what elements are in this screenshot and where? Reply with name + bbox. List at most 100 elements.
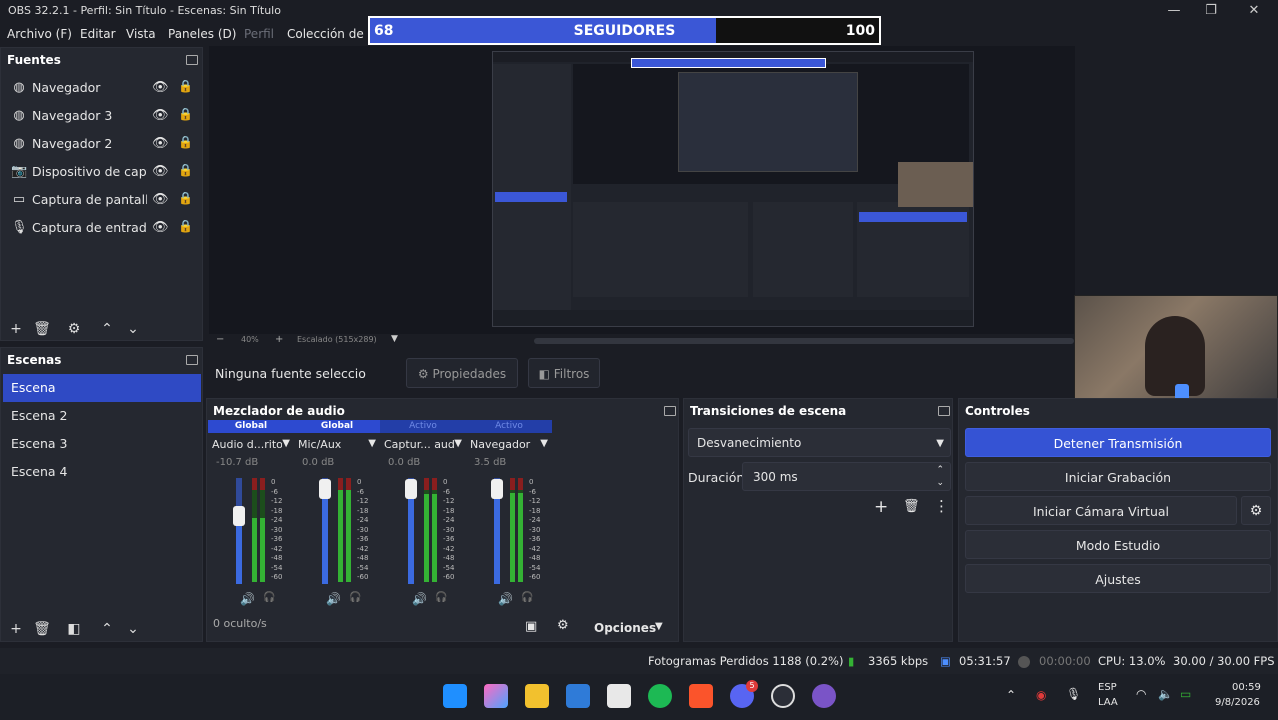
mail-icon[interactable] [566,684,590,708]
fader-knob[interactable] [405,479,417,499]
obs-icon[interactable] [771,684,795,708]
move-down-icon[interactable]: ⌄ [122,618,144,640]
chevron-down-icon[interactable]: ▼ [368,438,376,449]
move-up-icon[interactable]: ⌃ [96,318,118,340]
lock-icon[interactable]: 🔒 [178,163,193,177]
close-icon[interactable]: ✕ [1244,2,1264,20]
source-row[interactable]: ▭ Captura de pantalla 👁 🔒 [1,186,201,214]
start-recording-button[interactable]: Iniciar Grabación [965,462,1271,491]
eye-icon[interactable]: 👁 [152,80,169,95]
copilot-icon[interactable] [484,684,508,708]
preview-canvas[interactable] [209,46,1075,334]
scene-item[interactable]: Escena 4 [3,458,201,486]
volume-icon[interactable]: 🔊 [412,592,427,606]
lock-icon[interactable]: 🔒 [178,107,193,121]
eye-icon[interactable]: 👁 [152,192,169,207]
duration-field[interactable]: 300 ms ⌃ ⌄ [742,462,951,491]
language-bottom[interactable]: LAA [1098,697,1118,708]
filter-icon[interactable]: ◧ [63,618,85,640]
menu-paneles[interactable]: Paneles (D) [168,27,236,41]
zoom-out-icon[interactable]: − [216,334,224,345]
options-button[interactable]: Opciones [594,621,656,635]
lock-icon[interactable]: 🔒 [178,79,193,93]
chevron-down-icon[interactable]: ▼ [282,438,290,449]
source-row[interactable]: ◍ Navegador 👁 🔒 [1,74,201,102]
add-icon[interactable]: + [5,618,27,640]
volume-icon[interactable]: 🔊 [240,592,255,606]
layout-icon[interactable]: ▣ [525,619,537,634]
wifi-icon[interactable]: ◠ [1136,687,1146,701]
more-icon[interactable]: ⋮ [934,497,949,515]
settings-button[interactable]: Ajustes [965,564,1271,593]
chevron-down-icon[interactable]: ▼ [454,438,462,449]
menu-editar[interactable]: Editar [80,27,116,41]
transition-select[interactable]: Desvanecimiento ▼ [688,428,951,457]
chevron-down-icon[interactable]: ⌄ [936,469,944,498]
fader-knob[interactable] [491,479,503,499]
scene-item[interactable]: Escena 2 [3,402,201,430]
menu-coleccion[interactable]: Colección de E [287,27,375,41]
eye-icon[interactable]: 👁 [152,136,169,151]
move-down-icon[interactable]: ⌄ [122,318,144,340]
source-row[interactable]: 📷 Dispositivo de captura de video 👁 🔒 [1,158,201,186]
eye-icon[interactable]: 👁 [152,220,169,235]
file-explorer-icon[interactable] [525,684,549,708]
trash-icon[interactable]: 🗑 [31,618,53,640]
spotify-icon[interactable] [648,684,672,708]
source-row[interactable]: ◍ Navegador 2 👁 🔒 [1,130,201,158]
undock-icon[interactable] [664,406,676,416]
scene-item[interactable]: Escena 3 [3,430,201,458]
fader-knob[interactable] [233,506,245,526]
virtual-camera-settings-icon[interactable]: ⚙ [1241,496,1271,525]
start-virtual-camera-button[interactable]: Iniciar Cámara Virtual [965,496,1237,525]
volume-icon[interactable]: 🔊 [498,592,513,606]
stop-streaming-button[interactable]: Detener Transmisión [965,428,1271,457]
microphone-icon[interactable]: 🎙 [1066,687,1081,701]
eye-icon[interactable]: 👁 [152,108,169,123]
clock-time[interactable]: 00:59 [1232,682,1261,693]
menu-archivo[interactable]: Archivo (F) [7,27,72,41]
lock-icon[interactable]: 🔒 [178,135,193,149]
volume-icon[interactable]: 🔊 [326,592,341,606]
trash-icon[interactable]: 🗑 [31,318,53,340]
studio-mode-button[interactable]: Modo Estudio [965,530,1271,559]
add-icon[interactable]: + [5,318,27,340]
undock-icon[interactable] [938,406,950,416]
menu-perfil[interactable]: Perfil [244,27,274,41]
zoom-in-icon[interactable]: + [275,334,283,345]
headphones-icon[interactable]: 🎧 [521,592,533,603]
trash-icon[interactable]: 🗑 [903,499,920,514]
messenger-icon[interactable] [812,684,836,708]
tray-chevron-icon[interactable]: ⌃ [1006,688,1016,702]
filters-button[interactable]: ◧ Filtros [528,358,600,388]
language-top[interactable]: ESP [1098,682,1117,693]
fader-knob[interactable] [319,479,331,499]
battery-icon[interactable]: ▭ [1180,687,1191,701]
scene-item[interactable]: Escena [3,374,201,402]
undock-icon[interactable] [186,55,198,65]
properties-button[interactable]: ⚙ Propiedades [406,358,518,388]
tray-app-icon[interactable]: ◉ [1036,688,1046,702]
store-icon[interactable] [607,684,631,708]
scale-select[interactable]: Escalado (515x289) [297,335,377,344]
chevron-down-icon[interactable]: ▼ [540,438,548,449]
brave-icon[interactable] [689,684,713,708]
source-row[interactable]: 🎙 Captura de entrada de audio 👁 🔒 [1,214,201,242]
minimize-icon[interactable]: — [1164,2,1184,20]
windows-start-icon[interactable] [443,684,467,708]
headphones-icon[interactable]: 🎧 [263,592,275,603]
eye-icon[interactable]: 👁 [152,164,169,179]
chevron-down-icon[interactable]: ▼ [391,334,398,344]
source-row[interactable]: ◍ Navegador 3 👁 🔒 [1,102,201,130]
menu-vista[interactable]: Vista [126,27,156,41]
lock-icon[interactable]: 🔒 [178,191,193,205]
headphones-icon[interactable]: 🎧 [435,592,447,603]
chevron-down-icon[interactable]: ▼ [655,621,663,632]
mixer-settings-icon[interactable]: ⚙ [557,618,569,633]
undock-icon[interactable] [186,355,198,365]
move-up-icon[interactable]: ⌃ [96,618,118,640]
maximize-icon[interactable]: ❐ [1201,2,1221,20]
volume-icon[interactable]: 🔈 [1158,687,1173,701]
clock-date[interactable]: 9/8/2026 [1215,697,1260,708]
add-icon[interactable]: + [874,497,888,517]
